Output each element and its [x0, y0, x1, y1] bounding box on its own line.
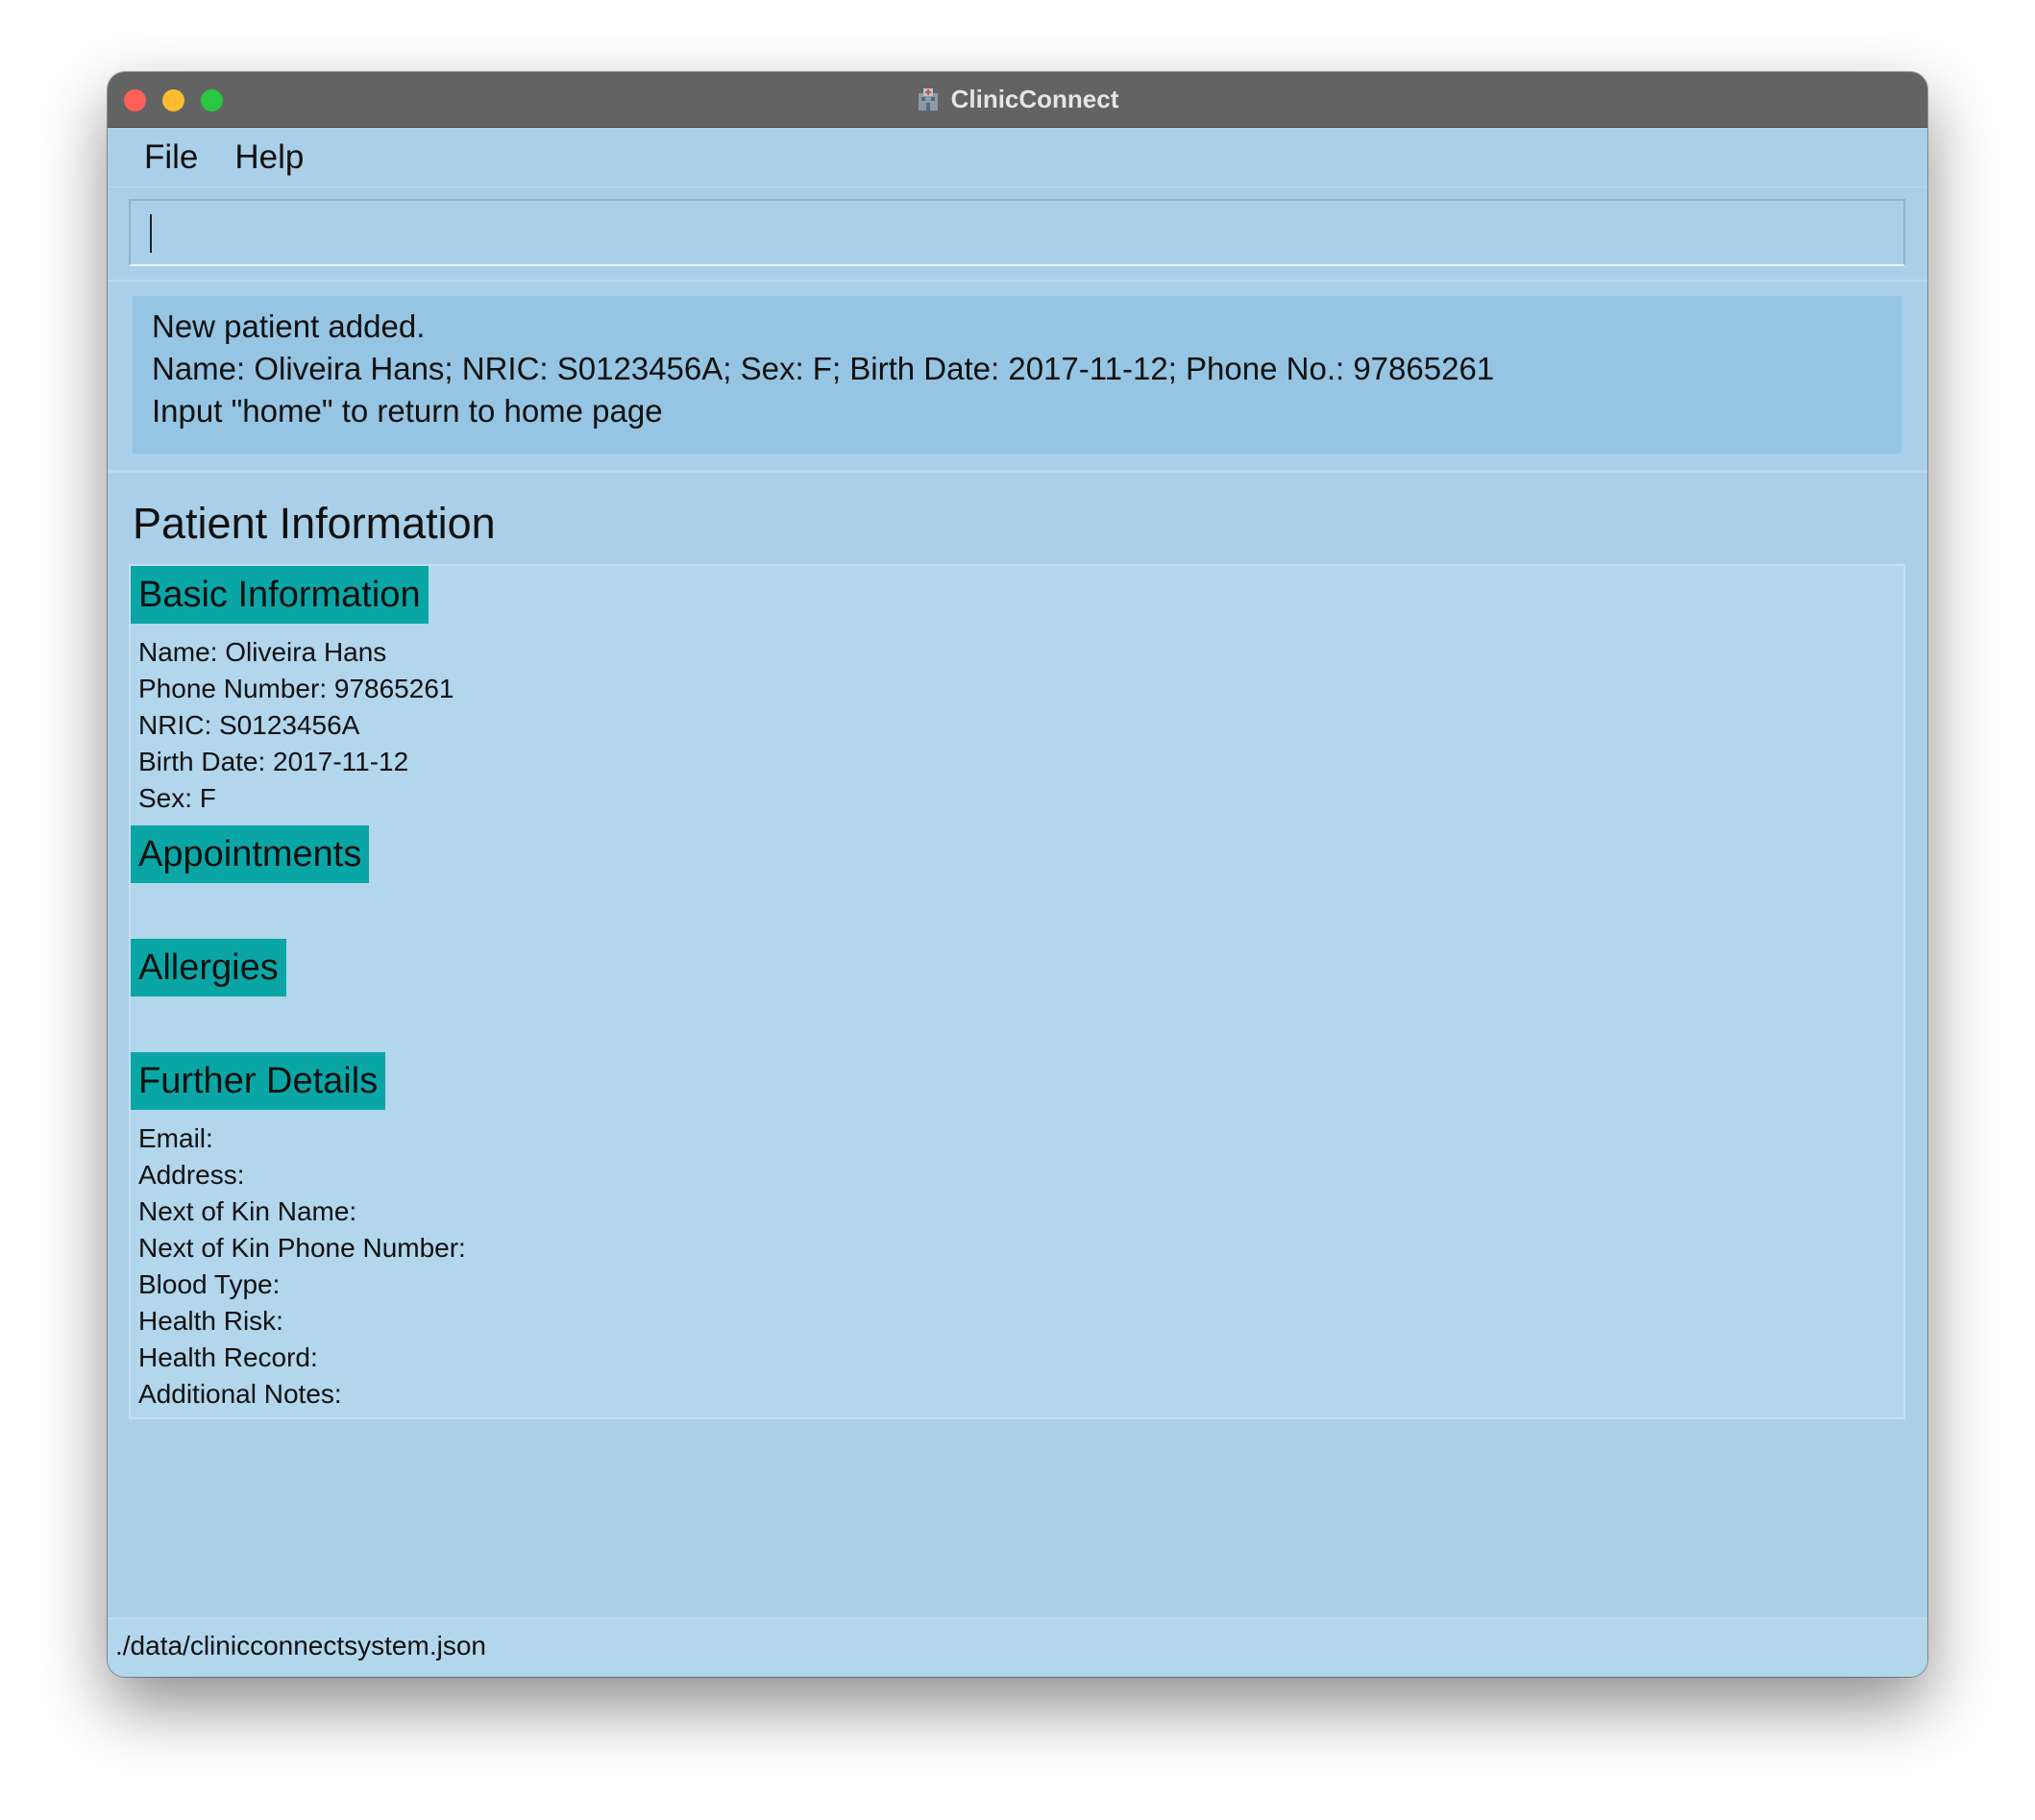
- health-record: Health Record:: [138, 1342, 318, 1372]
- menu-file[interactable]: File: [129, 138, 213, 177]
- result-message-line: New patient added.: [152, 308, 426, 344]
- result-hint-line: Input "home" to return to home page: [152, 393, 663, 429]
- appointments-header: Appointments: [131, 825, 370, 883]
- command-box[interactable]: [129, 199, 1905, 266]
- patient-name: Name: Oliveira Hans: [138, 637, 387, 667]
- patient-birth-date: Birth Date: 2017-11-12: [138, 747, 409, 776]
- next-of-kin-phone: Next of Kin Phone Number:: [138, 1233, 466, 1263]
- command-input[interactable]: [131, 201, 1903, 264]
- additional-notes: Additional Notes:: [138, 1379, 342, 1409]
- patient-address: Address:: [138, 1160, 245, 1190]
- page-title: Patient Information: [133, 499, 496, 548]
- data-file-path: ./data/clinicconnectsystem.json: [115, 1631, 486, 1660]
- hospital-icon: [917, 87, 940, 112]
- menu-help[interactable]: Help: [219, 138, 319, 177]
- window-title: ClinicConnect: [950, 85, 1119, 113]
- further-details-header: Further Details: [131, 1052, 386, 1110]
- patient-info-panel: Basic Information Name: Oliveira Hans Ph…: [129, 564, 1905, 1419]
- result-display: New patient added. Name: Oliveira Hans; …: [131, 294, 1903, 455]
- divider: [108, 280, 1927, 282]
- text-caret: [150, 214, 152, 253]
- patient-sex: Sex: F: [138, 783, 216, 813]
- blood-type: Blood Type:: [138, 1269, 281, 1299]
- health-risk: Health Risk:: [138, 1306, 283, 1336]
- app-window: ClinicConnect File Help New patient adde…: [108, 72, 1927, 1677]
- allergies-header: Allergies: [131, 939, 286, 996]
- next-of-kin-name: Next of Kin Name:: [138, 1196, 357, 1226]
- status-bar: ./data/clinicconnectsystem.json: [108, 1619, 1927, 1677]
- title-group: ClinicConnect: [108, 72, 1927, 127]
- result-details-line: Name: Oliveira Hans; NRIC: S0123456A; Se…: [152, 351, 1495, 386]
- patient-nric: NRIC: S0123456A: [138, 710, 360, 740]
- basic-info-header: Basic Information: [131, 566, 429, 624]
- divider: [108, 470, 1927, 473]
- patient-phone: Phone Number: 97865261: [138, 674, 454, 703]
- menu-bar: File Help: [108, 128, 1927, 187]
- patient-email: Email:: [138, 1123, 213, 1153]
- title-bar[interactable]: ClinicConnect: [108, 72, 1927, 128]
